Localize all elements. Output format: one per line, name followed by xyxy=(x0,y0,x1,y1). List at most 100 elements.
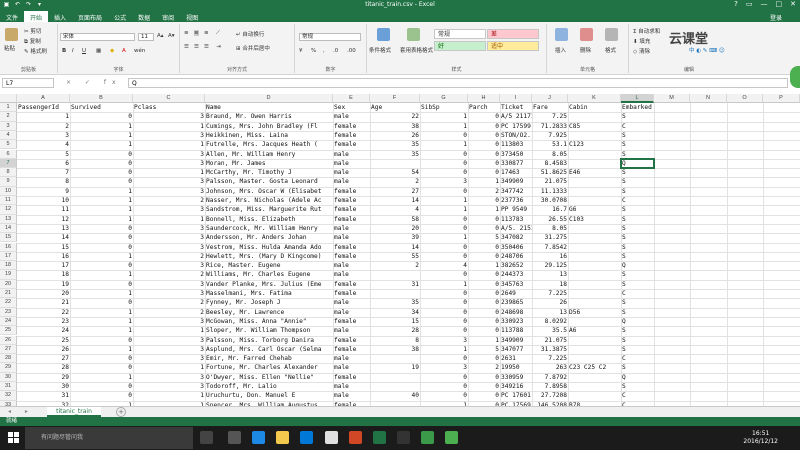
table-cell[interactable]: 6 xyxy=(17,159,70,168)
table-cell[interactable]: 2 xyxy=(468,363,500,372)
table-cell[interactable]: female xyxy=(333,205,370,214)
table-cell[interactable]: 1 xyxy=(70,122,133,131)
table-cell[interactable]: 1 xyxy=(70,308,133,317)
indent-icon[interactable]: ⇥ xyxy=(216,44,221,50)
table-cell[interactable]: 35 xyxy=(370,140,420,149)
table-cell[interactable]: 58 xyxy=(370,215,420,224)
format-cells-icon[interactable] xyxy=(605,28,618,41)
table-cell[interactable]: S xyxy=(621,308,654,317)
table-cell[interactable]: 1 xyxy=(133,326,205,335)
table-cell[interactable]: 38 xyxy=(370,122,420,131)
table-cell[interactable]: 330959 xyxy=(500,373,532,382)
table-cell[interactable]: 0 xyxy=(420,150,468,159)
table-cell[interactable]: 0 xyxy=(420,308,468,317)
row-header[interactable]: 23 xyxy=(0,307,17,317)
table-cell[interactable]: Bonnell, Miss. Elizabeth xyxy=(205,215,333,224)
row-header[interactable]: 6 xyxy=(0,149,17,159)
align-right-icon[interactable]: ☰ xyxy=(204,44,209,50)
table-cell[interactable]: 1 xyxy=(133,391,205,400)
table-cell[interactable]: 350406 xyxy=(500,243,532,252)
copy-button[interactable]: ⧉ 复制 xyxy=(24,37,41,46)
table-cell[interactable]: Fortune, Mr. Charles Alexander xyxy=(205,363,333,372)
table-cell[interactable]: 0 xyxy=(420,270,468,279)
tab-view[interactable]: 视图 xyxy=(180,11,204,22)
table-cell[interactable]: S xyxy=(621,177,654,186)
table-cell[interactable]: 113783 xyxy=(500,215,532,224)
table-cell[interactable]: 8.4583 xyxy=(532,159,568,168)
table-cell[interactable]: male xyxy=(333,112,370,121)
table-cell[interactable]: McCarthy, Mr. Timothy J xyxy=(205,168,333,177)
table-cell[interactable]: 0 xyxy=(70,280,133,289)
table-cell[interactable]: 1 xyxy=(468,336,500,345)
table-cell[interactable]: Masselmani, Mrs. Fatima xyxy=(205,289,333,298)
font-name-select[interactable]: 宋体 xyxy=(60,33,135,41)
table-cell[interactable]: 3 xyxy=(133,382,205,391)
style-neutral[interactable]: 适中 xyxy=(487,41,539,51)
table-cell[interactable]: 347077 xyxy=(500,345,532,354)
table-cell[interactable]: 349909 xyxy=(500,336,532,345)
table-cell[interactable]: 0 xyxy=(468,317,500,326)
table-cell[interactable]: 345763 xyxy=(500,280,532,289)
table-cell[interactable]: 18 xyxy=(17,270,70,279)
table-cell[interactable]: 1 xyxy=(468,205,500,214)
column-header-p[interactable]: P xyxy=(763,94,800,103)
table-cell[interactable]: S xyxy=(621,336,654,345)
middle-align-icon[interactable]: ≡ xyxy=(194,30,199,36)
table-cell[interactable]: 3 xyxy=(133,224,205,233)
column-header-o[interactable]: O xyxy=(727,94,763,103)
column-header-d[interactable]: D xyxy=(205,94,333,103)
column-header-k[interactable]: K xyxy=(568,94,621,103)
table-cell[interactable]: female xyxy=(333,196,370,205)
table-cell[interactable]: 3 xyxy=(420,177,468,186)
tab-formulas[interactable]: 公式 xyxy=(108,11,132,22)
table-cell[interactable]: PC 17599 xyxy=(500,122,532,131)
table-cell[interactable]: 3 xyxy=(420,363,468,372)
table-cell[interactable]: 19 xyxy=(370,363,420,372)
table-cell[interactable]: 0 xyxy=(468,270,500,279)
table-cell[interactable]: 330877 xyxy=(500,159,532,168)
table-cell[interactable]: 0 xyxy=(420,354,468,363)
table-cell[interactable]: 7.8542 xyxy=(532,243,568,252)
table-cell[interactable]: 3 xyxy=(133,243,205,252)
row-header[interactable]: 4 xyxy=(0,130,17,141)
sheet-tab-titanic-train[interactable]: titanic_train xyxy=(47,407,101,417)
table-cell[interactable]: 349909 xyxy=(500,177,532,186)
table-cell[interactable]: 330923 xyxy=(500,317,532,326)
table-cell[interactable]: 17 xyxy=(17,261,70,270)
table-cell[interactable]: 0 xyxy=(420,168,468,177)
table-cell[interactable]: S xyxy=(621,270,654,279)
row-header[interactable]: 21 xyxy=(0,289,17,299)
row-header[interactable]: 11 xyxy=(0,196,17,206)
table-cell[interactable]: 0 xyxy=(70,224,133,233)
table-cell[interactable]: 1 xyxy=(468,261,500,270)
table-cell[interactable]: S xyxy=(621,345,654,354)
table-cell[interactable]: 0 xyxy=(420,289,468,298)
table-cell[interactable]: male xyxy=(333,308,370,317)
table-cell[interactable]: 20 xyxy=(17,289,70,298)
table-cell[interactable]: 0 xyxy=(468,391,500,400)
phonetic-icon[interactable]: wén xyxy=(134,48,145,54)
conditional-format-icon[interactable] xyxy=(377,28,390,41)
comma-icon[interactable]: , xyxy=(323,48,325,54)
table-cell[interactable]: 0 xyxy=(468,159,500,168)
font-size-select[interactable]: 11 xyxy=(138,33,154,41)
table-cell[interactable]: 0 xyxy=(420,159,468,168)
table-cell[interactable]: Fare xyxy=(532,103,568,112)
table-cell[interactable]: Age xyxy=(370,103,420,112)
row-header[interactable]: 19 xyxy=(0,270,17,280)
table-cell[interactable]: 16.7 xyxy=(532,205,568,214)
table-cell[interactable]: 38 xyxy=(370,345,420,354)
tab-file[interactable]: 文件 xyxy=(0,11,24,22)
table-cell[interactable]: 29.125 xyxy=(532,261,568,270)
table-cell[interactable]: female xyxy=(333,289,370,298)
table-cell[interactable]: Palsson, Miss. Torborg Danira xyxy=(205,336,333,345)
table-cell[interactable]: S xyxy=(621,131,654,140)
table-cell[interactable]: 0 xyxy=(420,252,468,261)
column-header-j[interactable]: J xyxy=(532,94,568,103)
table-cell[interactable]: 2 xyxy=(133,298,205,307)
table-cell[interactable]: 19 xyxy=(17,280,70,289)
table-cell[interactable]: 3 xyxy=(133,205,205,214)
table-cell[interactable]: 8 xyxy=(370,336,420,345)
row-header[interactable]: 8 xyxy=(0,168,17,178)
table-cell[interactable]: 53.1 xyxy=(532,140,568,149)
